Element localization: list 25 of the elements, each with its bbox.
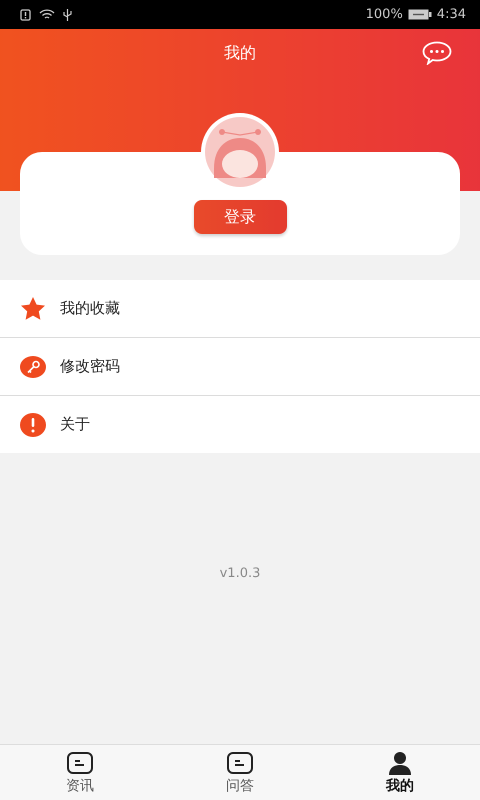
chat-square-icon xyxy=(66,750,94,774)
person-icon xyxy=(386,750,414,774)
battery-icon xyxy=(408,9,432,20)
menu-item[interactable]: 我的收藏 xyxy=(0,280,480,338)
login-button[interactable]: 登录 xyxy=(194,200,286,234)
clock: 4:34 xyxy=(436,7,466,22)
tab[interactable]: 资讯 xyxy=(0,745,160,800)
star-icon xyxy=(20,296,46,321)
version-text: v1.0.3 xyxy=(220,566,260,582)
tab[interactable]: 问答 xyxy=(160,745,320,800)
usb-icon xyxy=(63,8,72,20)
page-title: 我的 xyxy=(224,42,256,64)
wifi-icon xyxy=(39,8,55,20)
menu-label: 关于 xyxy=(60,415,90,434)
menu-item[interactable]: 关于 xyxy=(0,396,480,453)
battery-percent: 100% xyxy=(366,7,403,22)
menu-label: 修改密码 xyxy=(60,357,120,376)
chat-square-icon xyxy=(226,750,254,774)
exclamation-icon xyxy=(20,412,46,436)
key-icon xyxy=(20,356,46,378)
chat-bubble-icon[interactable] xyxy=(422,41,452,65)
menu-item[interactable]: 修改密码 xyxy=(0,338,480,396)
menu-label: 我的收藏 xyxy=(60,299,120,318)
tab[interactable]: 我的 xyxy=(320,745,480,800)
alert-icon xyxy=(20,8,31,20)
